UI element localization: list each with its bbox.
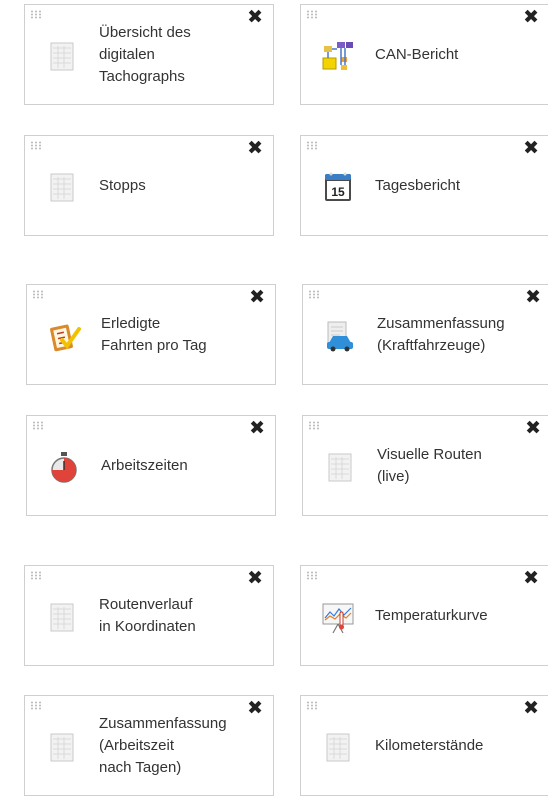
report-tile-completed-trips-per-day[interactable]: ✖ Erledigte Fahrten pro Tag <box>26 284 276 385</box>
can-network-icon <box>322 42 353 70</box>
report-sheet-icon <box>50 173 74 202</box>
calendar-icon: 15 <box>325 172 351 201</box>
drag-handle-icon[interactable] <box>30 141 42 150</box>
tile-label: Routenverlauf in Koordinaten <box>99 595 196 635</box>
tile-label: Temperaturkurve <box>375 606 488 624</box>
report-tile-tachograph-overview[interactable]: ✖ Übersicht des digitalen Tachographs <box>24 4 274 105</box>
stopwatch-icon <box>51 452 77 483</box>
report-sheet-icon <box>328 453 352 482</box>
report-tile-route-coordinates[interactable]: ✖ Routenverlauf in Koordinaten <box>24 565 274 666</box>
tile-label: Übersicht des digitalen Tachographs <box>99 23 191 85</box>
report-tile-temperature-curve[interactable]: ✖ Temperaturkurve <box>300 565 548 666</box>
close-icon[interactable]: ✖ <box>523 8 539 28</box>
close-icon[interactable]: ✖ <box>525 288 541 308</box>
drag-handle-icon[interactable] <box>308 421 320 430</box>
drag-handle-icon[interactable] <box>308 290 320 299</box>
close-icon[interactable]: ✖ <box>247 569 263 589</box>
tile-label: Stopps <box>99 176 146 194</box>
tile-label: Arbeitszeiten <box>101 456 188 474</box>
tile-label: Zusammenfassung (Arbeitszeit nach Tagen) <box>99 714 227 776</box>
drag-handle-icon[interactable] <box>306 141 318 150</box>
report-tile-vehicle-summary[interactable]: ✖ Zusammenfassung (Kraftfahrzeuge) <box>302 284 548 385</box>
report-tile-working-time-by-day[interactable]: ✖ Zusammenfassung (Arbeitszeit nach Tage… <box>24 695 274 796</box>
tile-label: Tagesbericht <box>375 176 461 194</box>
report-tile-stops[interactable]: ✖ Stopps <box>24 135 274 236</box>
tile-label: Erledigte Fahrten pro Tag <box>101 314 207 354</box>
checklist-icon <box>50 324 81 352</box>
drag-handle-icon[interactable] <box>30 701 42 710</box>
close-icon[interactable]: ✖ <box>523 699 539 719</box>
report-sheet-icon <box>50 42 74 71</box>
drag-handle-icon[interactable] <box>32 421 44 430</box>
tile-label: CAN-Bericht <box>375 45 459 63</box>
temperature-chart-icon <box>322 603 354 634</box>
calendar-day-number: 15 <box>331 185 345 199</box>
tile-label: Visuelle Routen (live) <box>377 445 482 485</box>
car-document-icon <box>327 321 353 352</box>
report-sheet-icon <box>50 603 74 632</box>
report-tile-visual-routes-live[interactable]: ✖ Visuelle Routen (live) <box>302 415 548 516</box>
close-icon[interactable]: ✖ <box>249 419 265 439</box>
tile-label: Zusammenfassung (Kraftfahrzeuge) <box>377 314 505 354</box>
drag-handle-icon[interactable] <box>306 10 318 19</box>
report-tile-odometer-readings[interactable]: ✖ Kilometerstände <box>300 695 548 796</box>
report-tile-daily-report[interactable]: ✖ 15 Tagesbericht <box>300 135 548 236</box>
drag-handle-icon[interactable] <box>306 571 318 580</box>
drag-handle-icon[interactable] <box>32 290 44 299</box>
report-sheet-icon <box>326 733 350 762</box>
close-icon[interactable]: ✖ <box>249 288 265 308</box>
close-icon[interactable]: ✖ <box>523 569 539 589</box>
report-sheet-icon <box>50 733 74 762</box>
close-icon[interactable]: ✖ <box>247 139 263 159</box>
close-icon[interactable]: ✖ <box>523 139 539 159</box>
tile-label: Kilometerstände <box>375 736 484 754</box>
drag-handle-icon[interactable] <box>306 701 318 710</box>
drag-handle-icon[interactable] <box>30 10 42 19</box>
report-tile-working-hours[interactable]: ✖ Arbeitszeiten <box>26 415 276 516</box>
report-tile-can-report[interactable]: ✖ CAN-Bericht <box>300 4 548 105</box>
drag-handle-icon[interactable] <box>30 571 42 580</box>
close-icon[interactable]: ✖ <box>525 419 541 439</box>
